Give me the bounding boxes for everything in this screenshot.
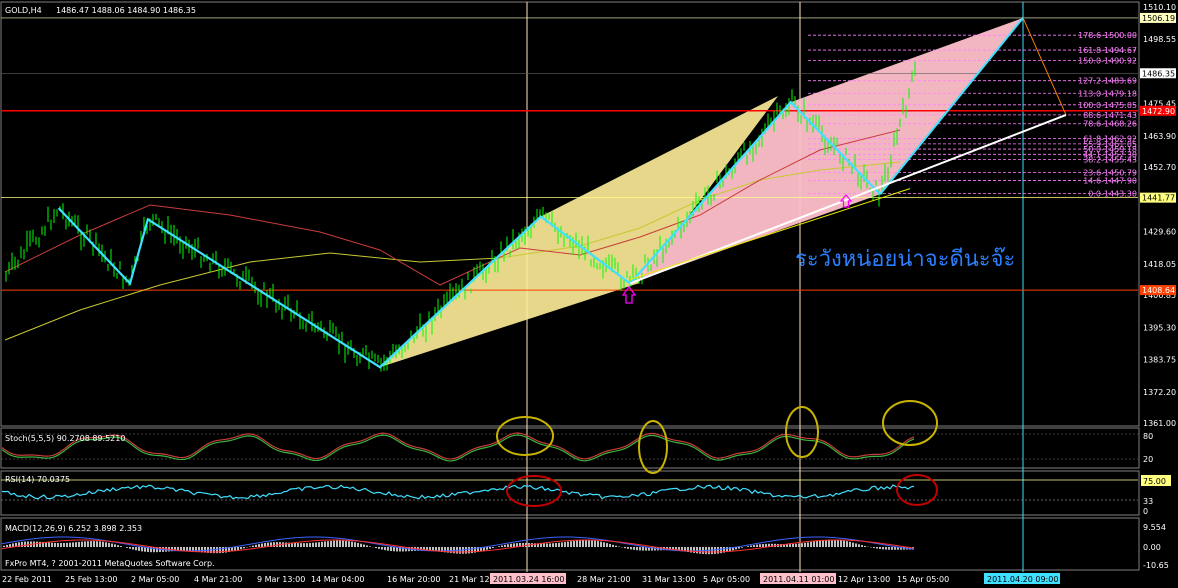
fib-label: 127.2-1483.69 <box>1078 77 1137 86</box>
footer-copyright: FxPro MT4, ? 2001-2011 MetaQuotes Softwa… <box>5 559 215 568</box>
price-tick: 1463.90 <box>1143 132 1176 141</box>
time-tick: 25 Feb 13:00 <box>65 575 117 584</box>
fib-label: 100.0-1475.05 <box>1078 101 1137 110</box>
rsi-level-75: 75.00 <box>1143 477 1166 486</box>
rsi-label: RSI(14) 70.0375 <box>5 475 70 484</box>
fib-label: 14.6-1447.90 <box>1083 177 1137 186</box>
price-tick: 1361.00 <box>1143 419 1176 428</box>
price-tick: 1429.60 <box>1143 228 1176 237</box>
price-box-label: 1486.35 <box>1142 69 1175 78</box>
fib-label: 113.0-1479.18 <box>1078 89 1137 98</box>
stoch-level-80: 80 <box>1143 432 1153 441</box>
macd-label: MACD(12,26,9) 6.252 3.898 2.353 <box>5 524 142 533</box>
time-tick: 12 Apr 13:00 <box>838 575 890 584</box>
fib-label: 88.6-1471.43 <box>1083 111 1137 120</box>
time-tick: 21 Mar 12 <box>449 575 490 584</box>
macd-level-bottom: -10.65 <box>1143 561 1169 570</box>
time-tick: 5 Apr 05:00 <box>703 575 750 584</box>
price-tick: 1383.75 <box>1143 356 1176 365</box>
time-highlight-label: 2011.04.11 01:00 <box>763 575 834 584</box>
time-highlight-label: 2011.04.20 09:00 <box>987 575 1058 584</box>
fib-label: 150.0-1490.92 <box>1078 57 1137 66</box>
time-tick: 2 Mar 05:00 <box>131 575 179 584</box>
price-tick: 1510.10 <box>1143 3 1176 12</box>
price-box-label: 1472.90 <box>1142 107 1175 116</box>
fib-label: 0.0-1443.30 <box>1088 189 1137 198</box>
time-tick: 9 Mar 13:00 <box>257 575 305 584</box>
time-tick: 14 Mar 04:00 <box>311 575 364 584</box>
symbol-label: GOLD,H4 <box>5 6 42 15</box>
time-tick: 16 Mar 20:00 <box>387 575 440 584</box>
price-tick: 1418.05 <box>1143 260 1176 269</box>
price-box-label: 1506.19 <box>1142 14 1175 23</box>
price-box-label: 1441.77 <box>1142 194 1175 203</box>
fib-label: 178.6-1500.00 <box>1078 31 1137 40</box>
stoch-level-20: 20 <box>1143 455 1153 464</box>
rsi-level-33: 33 <box>1143 497 1153 506</box>
time-tick: 22 Feb 2011 <box>2 575 52 584</box>
macd-level-top: 9.554 <box>1143 523 1166 532</box>
rsi-level-0: 0 <box>1143 507 1148 516</box>
time-highlight-label: 2011.03.24 16:00 <box>493 575 564 584</box>
price-box-label: 1408.64 <box>1142 286 1175 295</box>
ohlc-label: 1486.47 1488.06 1484.90 1486.35 <box>56 6 196 15</box>
price-tick: 1372.20 <box>1143 388 1176 397</box>
price-tick: 1452.70 <box>1143 163 1176 172</box>
stoch-label: Stoch(5,5,5) 90.2708 89.5210 <box>5 434 125 443</box>
time-tick: 15 Apr 05:00 <box>897 575 949 584</box>
time-tick: 4 Mar 21:00 <box>194 575 242 584</box>
price-tick: 1395.30 <box>1143 323 1176 332</box>
price-tick: 1498.55 <box>1143 35 1176 44</box>
chart-svg: 178.6-1500.00 161.8-1494.67 150.0-1490.92 1… <box>0 1 1176 584</box>
time-tick: 28 Mar 21:00 <box>577 575 630 584</box>
annotation-text: ระวังหน่อยน่าจะดีนะจ๊ะ <box>795 247 1015 272</box>
fib-label: 78.6-1468.26 <box>1083 120 1137 129</box>
fib-label: 38.2-1455.43 <box>1083 156 1137 165</box>
time-tick: 31 Mar 13:00 <box>642 575 695 584</box>
fib-label: 161.8-1494.67 <box>1078 46 1137 55</box>
macd-level-zero: 0.00 <box>1143 543 1161 552</box>
